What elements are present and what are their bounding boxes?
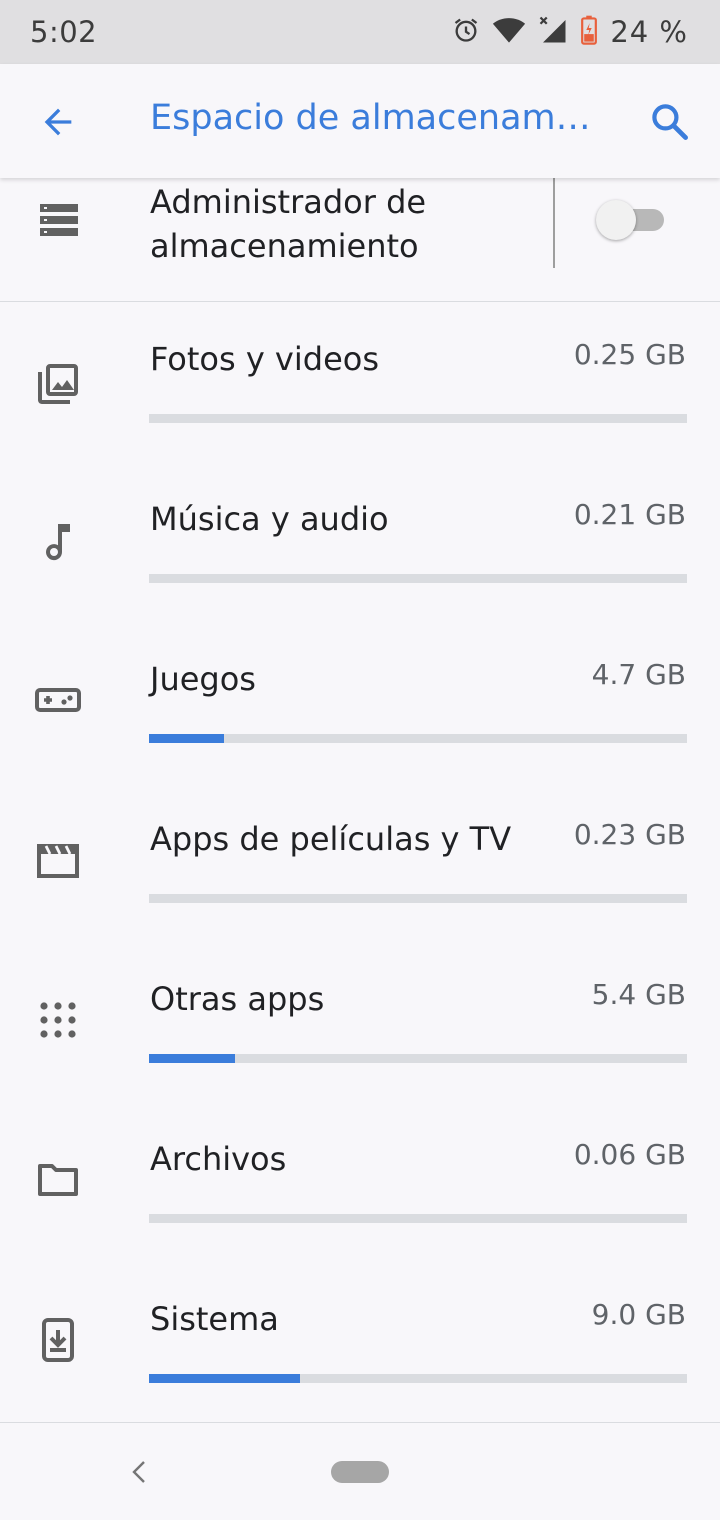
movie-icon: [34, 836, 82, 884]
usage-bar: [149, 1214, 687, 1223]
gamepad-icon: [34, 676, 82, 724]
nav-back-icon[interactable]: [128, 1459, 150, 1485]
usage-bar: [149, 574, 687, 583]
category-size: 9.0 GB: [591, 1298, 686, 1331]
storage-manager-row[interactable]: Administrador de almacenamiento: [0, 178, 720, 302]
app-bar: Espacio de almacenam…: [0, 64, 720, 178]
category-label: Apps de películas y TV: [150, 820, 512, 858]
category-size: 5.4 GB: [591, 978, 686, 1011]
category-label: Otras apps: [150, 980, 325, 1018]
category-movies[interactable]: Apps de películas y TV 0.23 GB: [0, 818, 720, 980]
storage-list-icon: [38, 200, 80, 240]
usage-bar: [149, 1054, 687, 1063]
category-label: Música y audio: [150, 500, 389, 538]
music-note-icon: [34, 518, 82, 566]
category-size: 4.7 GB: [591, 658, 686, 691]
status-time: 5:02: [30, 15, 98, 49]
apps-grid-icon: [34, 996, 82, 1044]
category-size: 0.25 GB: [573, 338, 686, 371]
storage-manager-toggle[interactable]: [596, 200, 668, 240]
category-label: Juegos: [150, 660, 256, 698]
status-bar: 5:02 24 %: [0, 0, 720, 64]
battery-icon: [580, 15, 598, 49]
category-size: 0.06 GB: [573, 1138, 686, 1171]
usage-fill: [149, 1054, 236, 1063]
category-label: Fotos y videos: [150, 340, 379, 378]
category-label: Archivos: [150, 1140, 287, 1178]
usage-bar: [149, 734, 687, 743]
search-icon[interactable]: [648, 100, 692, 144]
category-label: Sistema: [150, 1300, 279, 1338]
battery-percent: 24 %: [610, 15, 688, 49]
usage-fill: [149, 1374, 300, 1383]
category-size: 0.21 GB: [573, 498, 686, 531]
storage-manager-label: Administrador de almacenamiento: [150, 183, 427, 265]
signal-icon: [538, 15, 568, 49]
usage-bar: [149, 894, 687, 903]
arrow-back-icon[interactable]: [38, 102, 78, 142]
category-other-apps[interactable]: Otras apps 5.4 GB: [0, 978, 720, 1140]
alarm-icon: [452, 16, 480, 48]
usage-bar: [149, 1374, 687, 1383]
category-files[interactable]: Archivos 0.06 GB: [0, 1138, 720, 1300]
system-update-icon: [34, 1316, 82, 1364]
status-icons: 24 %: [452, 15, 688, 49]
category-music[interactable]: Música y audio 0.21 GB: [0, 498, 720, 660]
photos-icon: [34, 360, 82, 408]
folder-icon: [34, 1156, 82, 1204]
page-title: Espacio de almacenam…: [150, 98, 591, 138]
home-pill-icon[interactable]: [331, 1461, 389, 1483]
divider: [553, 178, 555, 268]
category-photos[interactable]: Fotos y videos 0.25 GB: [0, 338, 720, 500]
category-games[interactable]: Juegos 4.7 GB: [0, 658, 720, 820]
usage-fill: [149, 734, 225, 743]
navigation-bar: [0, 1422, 720, 1520]
category-size: 0.23 GB: [573, 818, 686, 851]
wifi-icon: [492, 16, 526, 48]
usage-bar: [149, 414, 687, 423]
toggle-thumb: [596, 200, 636, 240]
